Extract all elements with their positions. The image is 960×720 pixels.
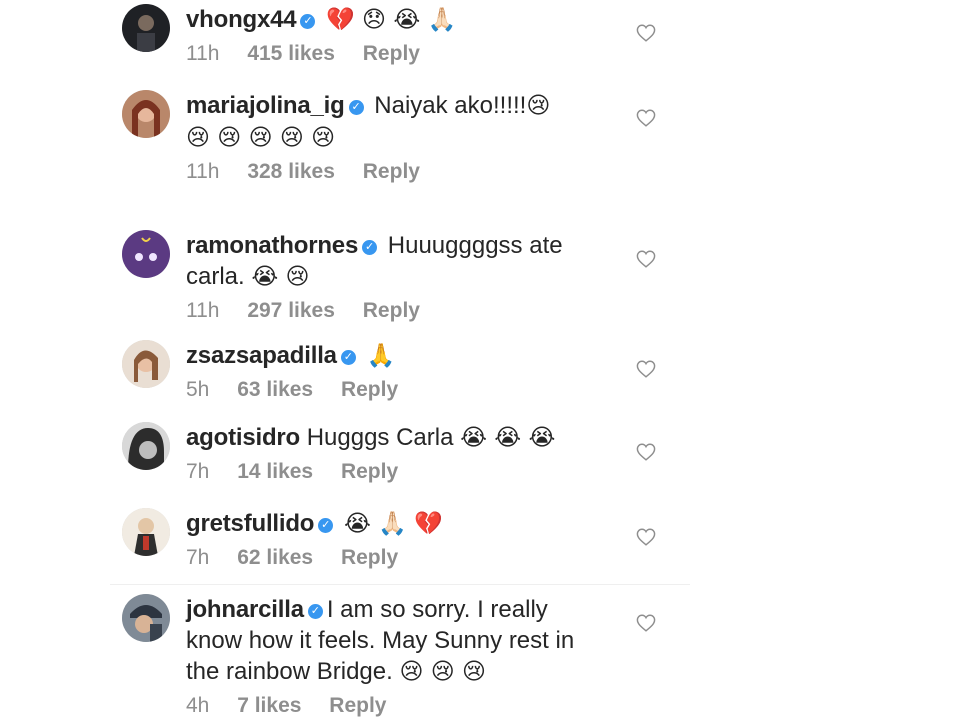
avatar[interactable] xyxy=(122,340,170,388)
username[interactable]: gretsfullido xyxy=(186,510,314,537)
likes-count[interactable]: 297 likes xyxy=(247,299,335,322)
comment-text: I am so sorry. I really xyxy=(326,596,548,623)
comment-meta: 7h 62 likes Reply xyxy=(186,546,626,570)
reply-button[interactable]: Reply xyxy=(363,160,420,183)
comment-emoji: 😭 🙏🏻 💔 xyxy=(343,511,443,537)
comment-meta: 11h 328 likes Reply xyxy=(186,160,626,184)
reply-button[interactable]: Reply xyxy=(329,694,386,717)
comment-text: know how it feels. May Sunny rest in xyxy=(186,627,575,654)
heart-outline-icon[interactable] xyxy=(636,109,656,127)
heart-outline-icon[interactable] xyxy=(636,443,656,461)
verified-badge-icon: ✓ xyxy=(362,240,378,255)
comment-emoji: 😢 😢 😢 xyxy=(399,659,487,685)
avatar[interactable] xyxy=(122,230,170,278)
likes-count[interactable]: 415 likes xyxy=(247,42,335,65)
comment-text: Huuuggggss ate xyxy=(387,232,563,259)
heart-outline-icon[interactable] xyxy=(636,528,656,546)
likes-count[interactable]: 14 likes xyxy=(237,460,313,483)
heart-outline-icon[interactable] xyxy=(636,250,656,268)
username[interactable]: vhongx44 xyxy=(186,6,297,33)
reply-button[interactable]: Reply xyxy=(363,299,420,322)
timestamp: 11h xyxy=(186,42,220,65)
timestamp: 4h xyxy=(186,694,210,717)
timestamp: 7h xyxy=(186,460,210,483)
likes-count[interactable]: 62 likes xyxy=(237,546,313,569)
comment-emoji: 💔 😞 😭 🙏🏻 xyxy=(326,7,457,33)
comment-meta: 5h 63 likes Reply xyxy=(186,378,626,402)
reply-button[interactable]: Reply xyxy=(341,460,398,483)
comment-meta: 7h 14 likes Reply xyxy=(186,460,626,484)
username[interactable]: agotisidro xyxy=(186,424,300,451)
comment-text: Naiyak ako!!!!! xyxy=(374,92,527,119)
comment-text: carla. xyxy=(186,263,245,290)
comment-emoji: 😭 😢 xyxy=(251,264,310,290)
likes-count[interactable]: 63 likes xyxy=(237,378,313,401)
reply-button[interactable]: Reply xyxy=(341,546,398,569)
avatar[interactable] xyxy=(122,594,170,642)
comment-meta: 11h 415 likes Reply xyxy=(186,42,626,66)
reply-button[interactable]: Reply xyxy=(363,42,420,65)
avatar[interactable] xyxy=(122,508,170,556)
heart-outline-icon[interactable] xyxy=(636,24,656,42)
avatar[interactable] xyxy=(122,90,170,138)
verified-badge-icon: ✓ xyxy=(318,518,334,533)
comment-emoji: 😢 😢 😢 😢 😢 xyxy=(186,125,336,151)
comment-emoji: 🙏 xyxy=(366,343,396,369)
comment-text: the rainbow Bridge. xyxy=(186,658,393,685)
verified-badge-icon: ✓ xyxy=(307,604,323,619)
comment-emoji: 😢 xyxy=(526,93,551,119)
timestamp: 11h xyxy=(186,299,220,322)
verified-badge-icon: ✓ xyxy=(348,100,364,115)
avatar[interactable] xyxy=(122,4,170,52)
avatar[interactable] xyxy=(122,422,170,470)
likes-count[interactable]: 7 likes xyxy=(237,694,301,717)
reply-button[interactable]: Reply xyxy=(341,378,398,401)
username[interactable]: ramonathornes xyxy=(186,232,358,259)
comment-meta: 11h 297 likes Reply xyxy=(186,299,626,323)
heart-outline-icon[interactable] xyxy=(636,614,656,632)
username[interactable]: mariajolina_ig xyxy=(186,92,345,119)
verified-badge-icon: ✓ xyxy=(340,350,356,365)
likes-count[interactable]: 328 likes xyxy=(247,160,335,183)
timestamp: 11h xyxy=(186,160,220,183)
verified-badge-icon: ✓ xyxy=(300,14,316,29)
comment-emoji: 😭 😭 😭 xyxy=(460,425,556,451)
timestamp: 5h xyxy=(186,378,210,401)
username[interactable]: johnarcilla xyxy=(186,596,304,623)
comment-meta: 4h 7 likes Reply xyxy=(186,694,626,718)
divider xyxy=(110,584,690,585)
username[interactable]: zsazsapadilla xyxy=(186,342,337,369)
comment-text: Hugggs Carla xyxy=(306,424,454,451)
timestamp: 7h xyxy=(186,546,210,569)
heart-outline-icon[interactable] xyxy=(636,360,656,378)
